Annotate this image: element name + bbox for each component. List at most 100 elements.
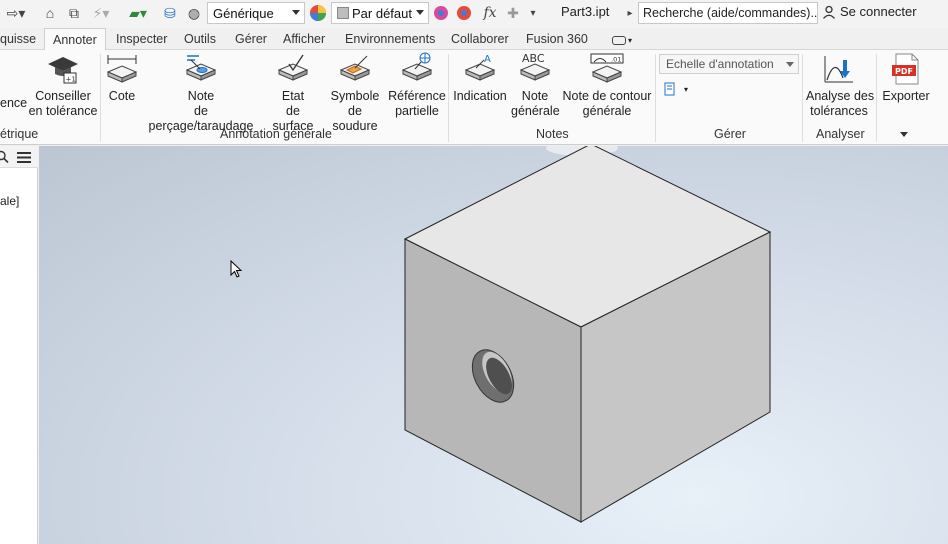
panel-title-analyze: Analyser bbox=[816, 127, 865, 141]
search-input[interactable]: Recherche (aide/commandes)... bbox=[638, 2, 818, 24]
ribbon-tabs: quisse Annoter Inspecter Outils Gérer Af… bbox=[0, 28, 948, 51]
menu-icon[interactable] bbox=[16, 151, 32, 164]
tab-sketch[interactable]: quisse bbox=[0, 32, 36, 46]
tolerance-advisor-button[interactable]: +1 Conseiller en tolérance bbox=[28, 52, 98, 119]
weld-symbol-label-2: de soudure bbox=[332, 104, 378, 133]
tab-fusion360[interactable]: Fusion 360 bbox=[526, 32, 588, 46]
chevron-down-icon: ▾ bbox=[628, 35, 633, 45]
pdf-text: PDF bbox=[895, 67, 913, 76]
part-model[interactable] bbox=[39, 146, 948, 544]
search-icon[interactable] bbox=[0, 150, 9, 164]
panel-separator bbox=[448, 54, 449, 142]
tab-view[interactable]: Afficher bbox=[283, 32, 325, 46]
panel-separator bbox=[802, 54, 803, 142]
measure-icon[interactable]: ⚡▾ bbox=[88, 3, 114, 23]
panel-title-geometric: étrique bbox=[0, 127, 39, 141]
appearance-ball-icon[interactable]: ◍ bbox=[184, 3, 204, 23]
cut-off-button-label: ence bbox=[0, 96, 28, 110]
tab-environments[interactable]: Environnements bbox=[345, 32, 435, 46]
general-note-button[interactable]: ABC Note générale bbox=[511, 52, 560, 119]
export-pdf-button[interactable]: PDF Exporter bbox=[880, 52, 932, 104]
pdf-icon: PDF bbox=[892, 53, 919, 85]
annotation-scale-dropdown[interactable]: Echelle d'annotation bbox=[659, 54, 799, 74]
weld-symbol-button[interactable]: Symbole de soudure bbox=[324, 52, 386, 134]
svg-text:A: A bbox=[484, 54, 491, 65]
hole-note-label-1: Note bbox=[187, 89, 215, 103]
leader-text-label: Indication bbox=[453, 89, 507, 103]
weld-symbol-label-1: Symbole bbox=[330, 89, 380, 103]
panel-separator bbox=[876, 54, 877, 142]
tolerance-advisor-label-1: Conseiller bbox=[35, 89, 91, 103]
search-placeholder: Recherche (aide/commandes)... bbox=[643, 6, 818, 20]
general-profile-note-button[interactable]: .01 Note de contour générale bbox=[562, 52, 652, 119]
tab-annotate[interactable]: Annoter bbox=[44, 28, 106, 51]
tolerance-analysis-label-2: tolérances bbox=[810, 104, 868, 118]
signin-button[interactable]: Se connecter bbox=[822, 4, 917, 19]
hole-note-icon bbox=[185, 55, 217, 81]
model-browser: ale] bbox=[0, 146, 38, 544]
adjust-appearance-icon[interactable] bbox=[432, 3, 450, 23]
panel-title-general-annotation: Annotation générale bbox=[220, 127, 332, 141]
tolerance-analysis-label-1: Analyse des bbox=[806, 89, 875, 103]
ribbon-display-toggle[interactable]: ▾ bbox=[612, 34, 638, 46]
user-icon bbox=[823, 5, 835, 19]
clear-appearance-icon[interactable] bbox=[455, 3, 473, 23]
redo-icon[interactable]: ⇨▾ bbox=[2, 3, 30, 23]
tab-tools[interactable]: Outils bbox=[184, 32, 216, 46]
document-title: Part3.ipt bbox=[561, 4, 610, 19]
tab-manage[interactable]: Gérer bbox=[235, 32, 267, 46]
cut-off-button[interactable]: ence bbox=[0, 93, 28, 111]
chevron-down-icon bbox=[416, 10, 424, 15]
profile-note-label-1: Note de contour bbox=[562, 89, 652, 103]
leader-text-icon: A bbox=[464, 54, 496, 81]
svg-text:.01: .01 bbox=[611, 56, 621, 64]
weld-symbol-icon bbox=[339, 55, 371, 81]
datum-target-label-1: Référence bbox=[388, 89, 446, 103]
parameters-icon[interactable]: fx bbox=[480, 3, 500, 23]
appearance-dropdown-value: Par défaut bbox=[352, 5, 412, 21]
leader-text-button[interactable]: A Indication bbox=[450, 52, 510, 104]
datum-target-label-2: partielle bbox=[395, 104, 439, 118]
chevron-down-icon: ▾ bbox=[684, 84, 689, 94]
customize-toolbar-icon[interactable]: ▾ bbox=[525, 3, 541, 23]
surface-texture-icon bbox=[277, 54, 309, 81]
dimension-button[interactable]: Cote bbox=[103, 52, 141, 104]
annotation-view-icon bbox=[664, 82, 675, 96]
tab-collaborate[interactable]: Collaborer bbox=[451, 32, 509, 46]
panel-title-notes: Notes bbox=[536, 127, 569, 141]
tolerance-analysis-button[interactable]: Analyse des tolérances bbox=[806, 52, 875, 119]
panel-separator bbox=[100, 54, 101, 142]
annotation-scale-value: Echelle d'annotation bbox=[666, 57, 774, 71]
material-icon[interactable]: ⛁ bbox=[160, 3, 180, 23]
mouse-cursor-icon bbox=[230, 260, 243, 278]
profile-note-icon: .01 bbox=[590, 53, 624, 83]
ribbon-panel: ence +1 Conseiller en tolérance étrique … bbox=[0, 50, 948, 145]
datum-target-icon bbox=[401, 52, 433, 81]
dimension-icon bbox=[106, 55, 138, 83]
general-note-icon: ABC bbox=[519, 52, 551, 81]
chevron-down-icon[interactable] bbox=[900, 132, 908, 137]
export-label: Exporter bbox=[882, 89, 930, 103]
chevron-down-icon bbox=[292, 10, 300, 15]
home-icon[interactable]: ⌂ bbox=[40, 3, 60, 23]
panel-toggle-icon bbox=[612, 35, 626, 45]
plus-icon[interactable]: ✚ bbox=[505, 3, 521, 23]
annotation-view-button[interactable]: ▾ bbox=[664, 82, 688, 96]
tolerance-advisor-label-2: en tolérance bbox=[28, 104, 98, 118]
chevron-down-icon bbox=[786, 62, 794, 67]
graphics-viewport[interactable] bbox=[39, 146, 948, 544]
color-wheel-icon[interactable] bbox=[308, 3, 328, 23]
browser-toolbar bbox=[0, 146, 38, 168]
material-dropdown[interactable]: Générique bbox=[207, 2, 305, 24]
tab-inspect[interactable]: Inspecter bbox=[116, 32, 167, 46]
surface-texture-button[interactable]: Etat de surface bbox=[266, 52, 320, 134]
signin-label: Se connecter bbox=[840, 4, 917, 19]
browser-tree-item[interactable]: ale] bbox=[0, 194, 19, 208]
appearance-dropdown[interactable]: Par défaut bbox=[331, 2, 429, 24]
hole-thread-note-button[interactable]: Note de perçage/taraudage bbox=[142, 52, 260, 134]
copy-icon[interactable]: ⧉ bbox=[64, 3, 84, 23]
datum-target-button[interactable]: Référence partielle bbox=[388, 52, 446, 119]
update-icon[interactable]: ▰▾ bbox=[124, 3, 152, 23]
panel-title-manage: Gérer bbox=[714, 127, 746, 141]
material-dropdown-value: Générique bbox=[213, 5, 274, 21]
